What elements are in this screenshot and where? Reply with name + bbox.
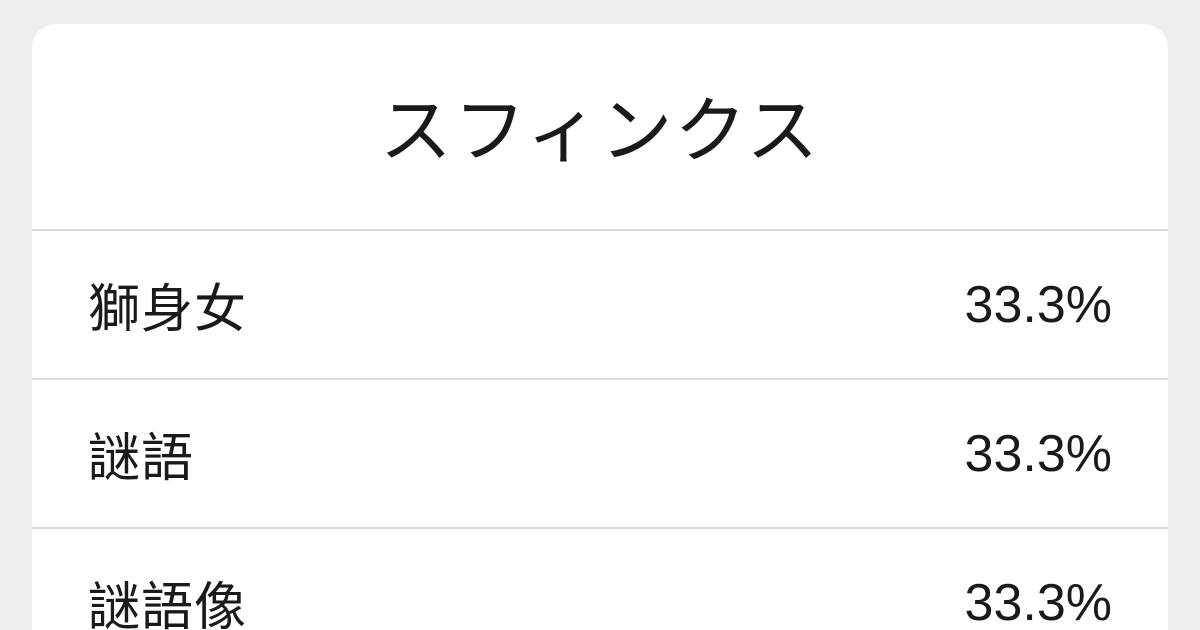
result-label: 獅身女 <box>88 267 247 342</box>
result-label: 謎語 <box>88 416 194 491</box>
result-value: 33.3% <box>965 424 1112 484</box>
result-row: 謎語 33.3% <box>32 378 1168 527</box>
result-label: 謎語像 <box>88 565 247 630</box>
result-row: 謎語像 33.3% <box>32 527 1168 630</box>
result-value: 33.3% <box>965 573 1112 630</box>
card-title: スフィンクス <box>32 24 1168 229</box>
results-card: スフィンクス 獅身女 33.3% 謎語 33.3% 謎語像 33.3% <box>32 24 1168 630</box>
result-row: 獅身女 33.3% <box>32 229 1168 378</box>
result-value: 33.3% <box>965 275 1112 335</box>
